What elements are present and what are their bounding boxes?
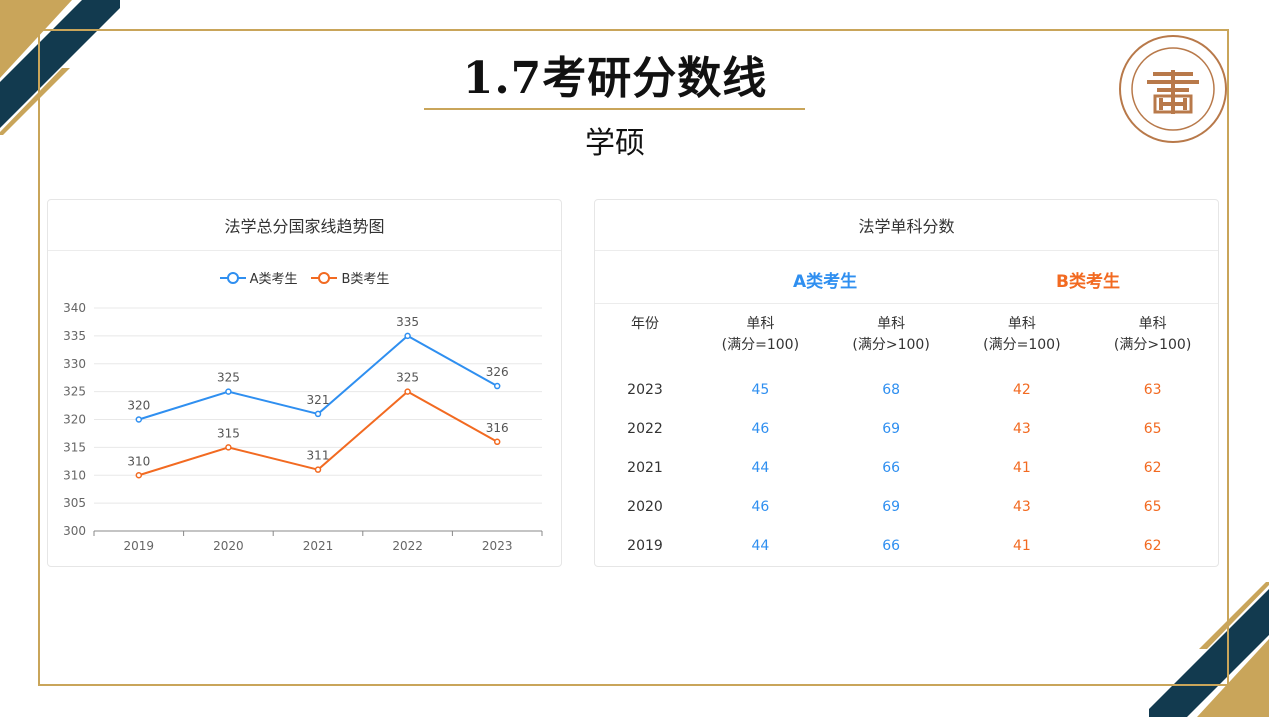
cell-b1: 41 [1012, 537, 1031, 554]
table-row: 2020 46 69 43 65 [595, 487, 1218, 526]
data-point [493, 382, 501, 390]
data-point [493, 438, 501, 446]
cell-b1: 42 [1012, 381, 1031, 398]
cell-b2: 63 [1143, 381, 1162, 398]
data-label: 320 [127, 399, 150, 413]
title-underline [424, 108, 805, 110]
header-year: 年份 [631, 316, 659, 332]
cell-b1: 43 [1012, 498, 1031, 515]
table-row: 2022 46 69 43 65 [595, 409, 1218, 448]
cell-year: 2022 [627, 420, 663, 437]
y-tick-label: 300 [63, 524, 86, 538]
cell-year: 2023 [627, 381, 663, 398]
cell-a1: 45 [751, 381, 770, 398]
header-a-full100: 单科 (满分=100) [695, 314, 826, 370]
data-point [225, 444, 232, 451]
score-table: 年份 单科 (满分=100) 单科 (满分>100) 单科 (满分=100) 单科 (满… [595, 314, 1218, 565]
y-tick-label: 325 [63, 385, 86, 399]
cell-year: 2021 [627, 459, 663, 476]
data-point [135, 472, 143, 479]
table-row: 2021 44 66 41 62 [595, 448, 1218, 487]
table-card-title: 法学单科分数 [595, 200, 1218, 251]
y-tick-label: 335 [63, 329, 86, 343]
header-b-full100: 单科 (满分=100) [957, 314, 1088, 370]
cell-a2: 66 [882, 459, 901, 476]
law-firm-seal-logo [1119, 35, 1227, 143]
header-b-fullgt100: 单科 (满分>100) [1087, 314, 1218, 370]
data-label: 326 [486, 365, 509, 379]
cell-b1: 43 [1012, 420, 1031, 437]
cell-a2: 69 [882, 498, 901, 515]
x-tick-label: 2022 [392, 539, 423, 553]
cell-a2: 66 [882, 537, 901, 554]
cell-b2: 62 [1143, 537, 1162, 554]
data-label: 325 [396, 371, 419, 385]
header-subject-label: 单科 [877, 316, 906, 332]
header-full-label: (满分>100) [852, 337, 930, 353]
group-a-label: A类考生 [793, 272, 858, 292]
data-point [404, 388, 411, 395]
data-label: 321 [307, 393, 330, 407]
cell-b2: 62 [1143, 459, 1162, 476]
group-header-row: A类考生 B类考生 [595, 251, 1218, 304]
header-full-label: (满分>100) [1113, 337, 1192, 353]
data-label: 310 [127, 454, 150, 468]
series-line [138, 334, 498, 421]
x-tick-label: 2023 [482, 539, 513, 553]
cell-year: 2019 [627, 537, 663, 554]
page-subtitle: 学硕 [585, 126, 645, 161]
header-subject-label: 单科 [746, 316, 775, 332]
data-point [135, 416, 143, 423]
table-row: 2023 45 68 42 63 [595, 370, 1218, 409]
cell-a1: 44 [751, 537, 770, 554]
total-score-trend-card: 法学总分国家线趋势图 A类考生 B类考生 300 305 310 315 320 325 3… [47, 199, 562, 567]
y-tick-label: 320 [63, 413, 86, 427]
x-tick-label: 2021 [303, 539, 334, 553]
header-full-label: (满分=100) [983, 337, 1061, 353]
group-b-label: B类考生 [1056, 272, 1120, 292]
header-full-label: (满分=100) [721, 337, 800, 353]
data-label: 325 [217, 371, 240, 385]
header-subject-label: 单科 [1138, 316, 1167, 332]
cell-a2: 69 [882, 420, 901, 437]
single-subject-score-card: 法学单科分数 A类考生 B类考生 年份 单科 (满分=100) 单科 (满分>100… [594, 199, 1219, 567]
cell-b1: 41 [1012, 459, 1031, 476]
data-label: 311 [307, 449, 330, 463]
line-chart: 300 305 310 315 320 325 330 335 340 2019 2020 2021 2… [63, 301, 543, 553]
cell-a1: 46 [751, 420, 770, 437]
y-tick-label: 310 [63, 468, 86, 482]
table-row: 2019 44 66 41 62 [595, 526, 1218, 565]
y-tick-label: 340 [63, 301, 86, 315]
y-tick-label: 315 [63, 440, 86, 454]
data-point [225, 388, 232, 395]
y-tick-label: 330 [63, 357, 86, 371]
data-point [314, 410, 322, 418]
cell-a1: 46 [751, 498, 770, 515]
cell-year: 2020 [627, 498, 663, 515]
page-title: 1.7考研分数线 [462, 53, 768, 104]
cell-a1: 44 [751, 459, 770, 476]
x-tick-label: 2019 [124, 539, 155, 553]
data-label: 335 [396, 315, 419, 329]
data-label: 316 [486, 421, 509, 435]
data-point [314, 466, 322, 473]
header-subject-label: 单科 [1007, 316, 1036, 332]
data-point [404, 332, 411, 340]
x-tick-label: 2020 [213, 539, 244, 553]
y-tick-label: 305 [63, 496, 86, 510]
cell-b2: 65 [1143, 498, 1162, 515]
header-a-fullgt100: 单科 (满分>100) [826, 314, 957, 370]
data-label: 315 [217, 426, 240, 440]
cell-b2: 65 [1143, 420, 1162, 437]
cell-a2: 68 [882, 381, 901, 398]
table-header-row: 年份 单科 (满分=100) 单科 (满分>100) 单科 (满分=100) 单科 (满… [595, 314, 1218, 370]
